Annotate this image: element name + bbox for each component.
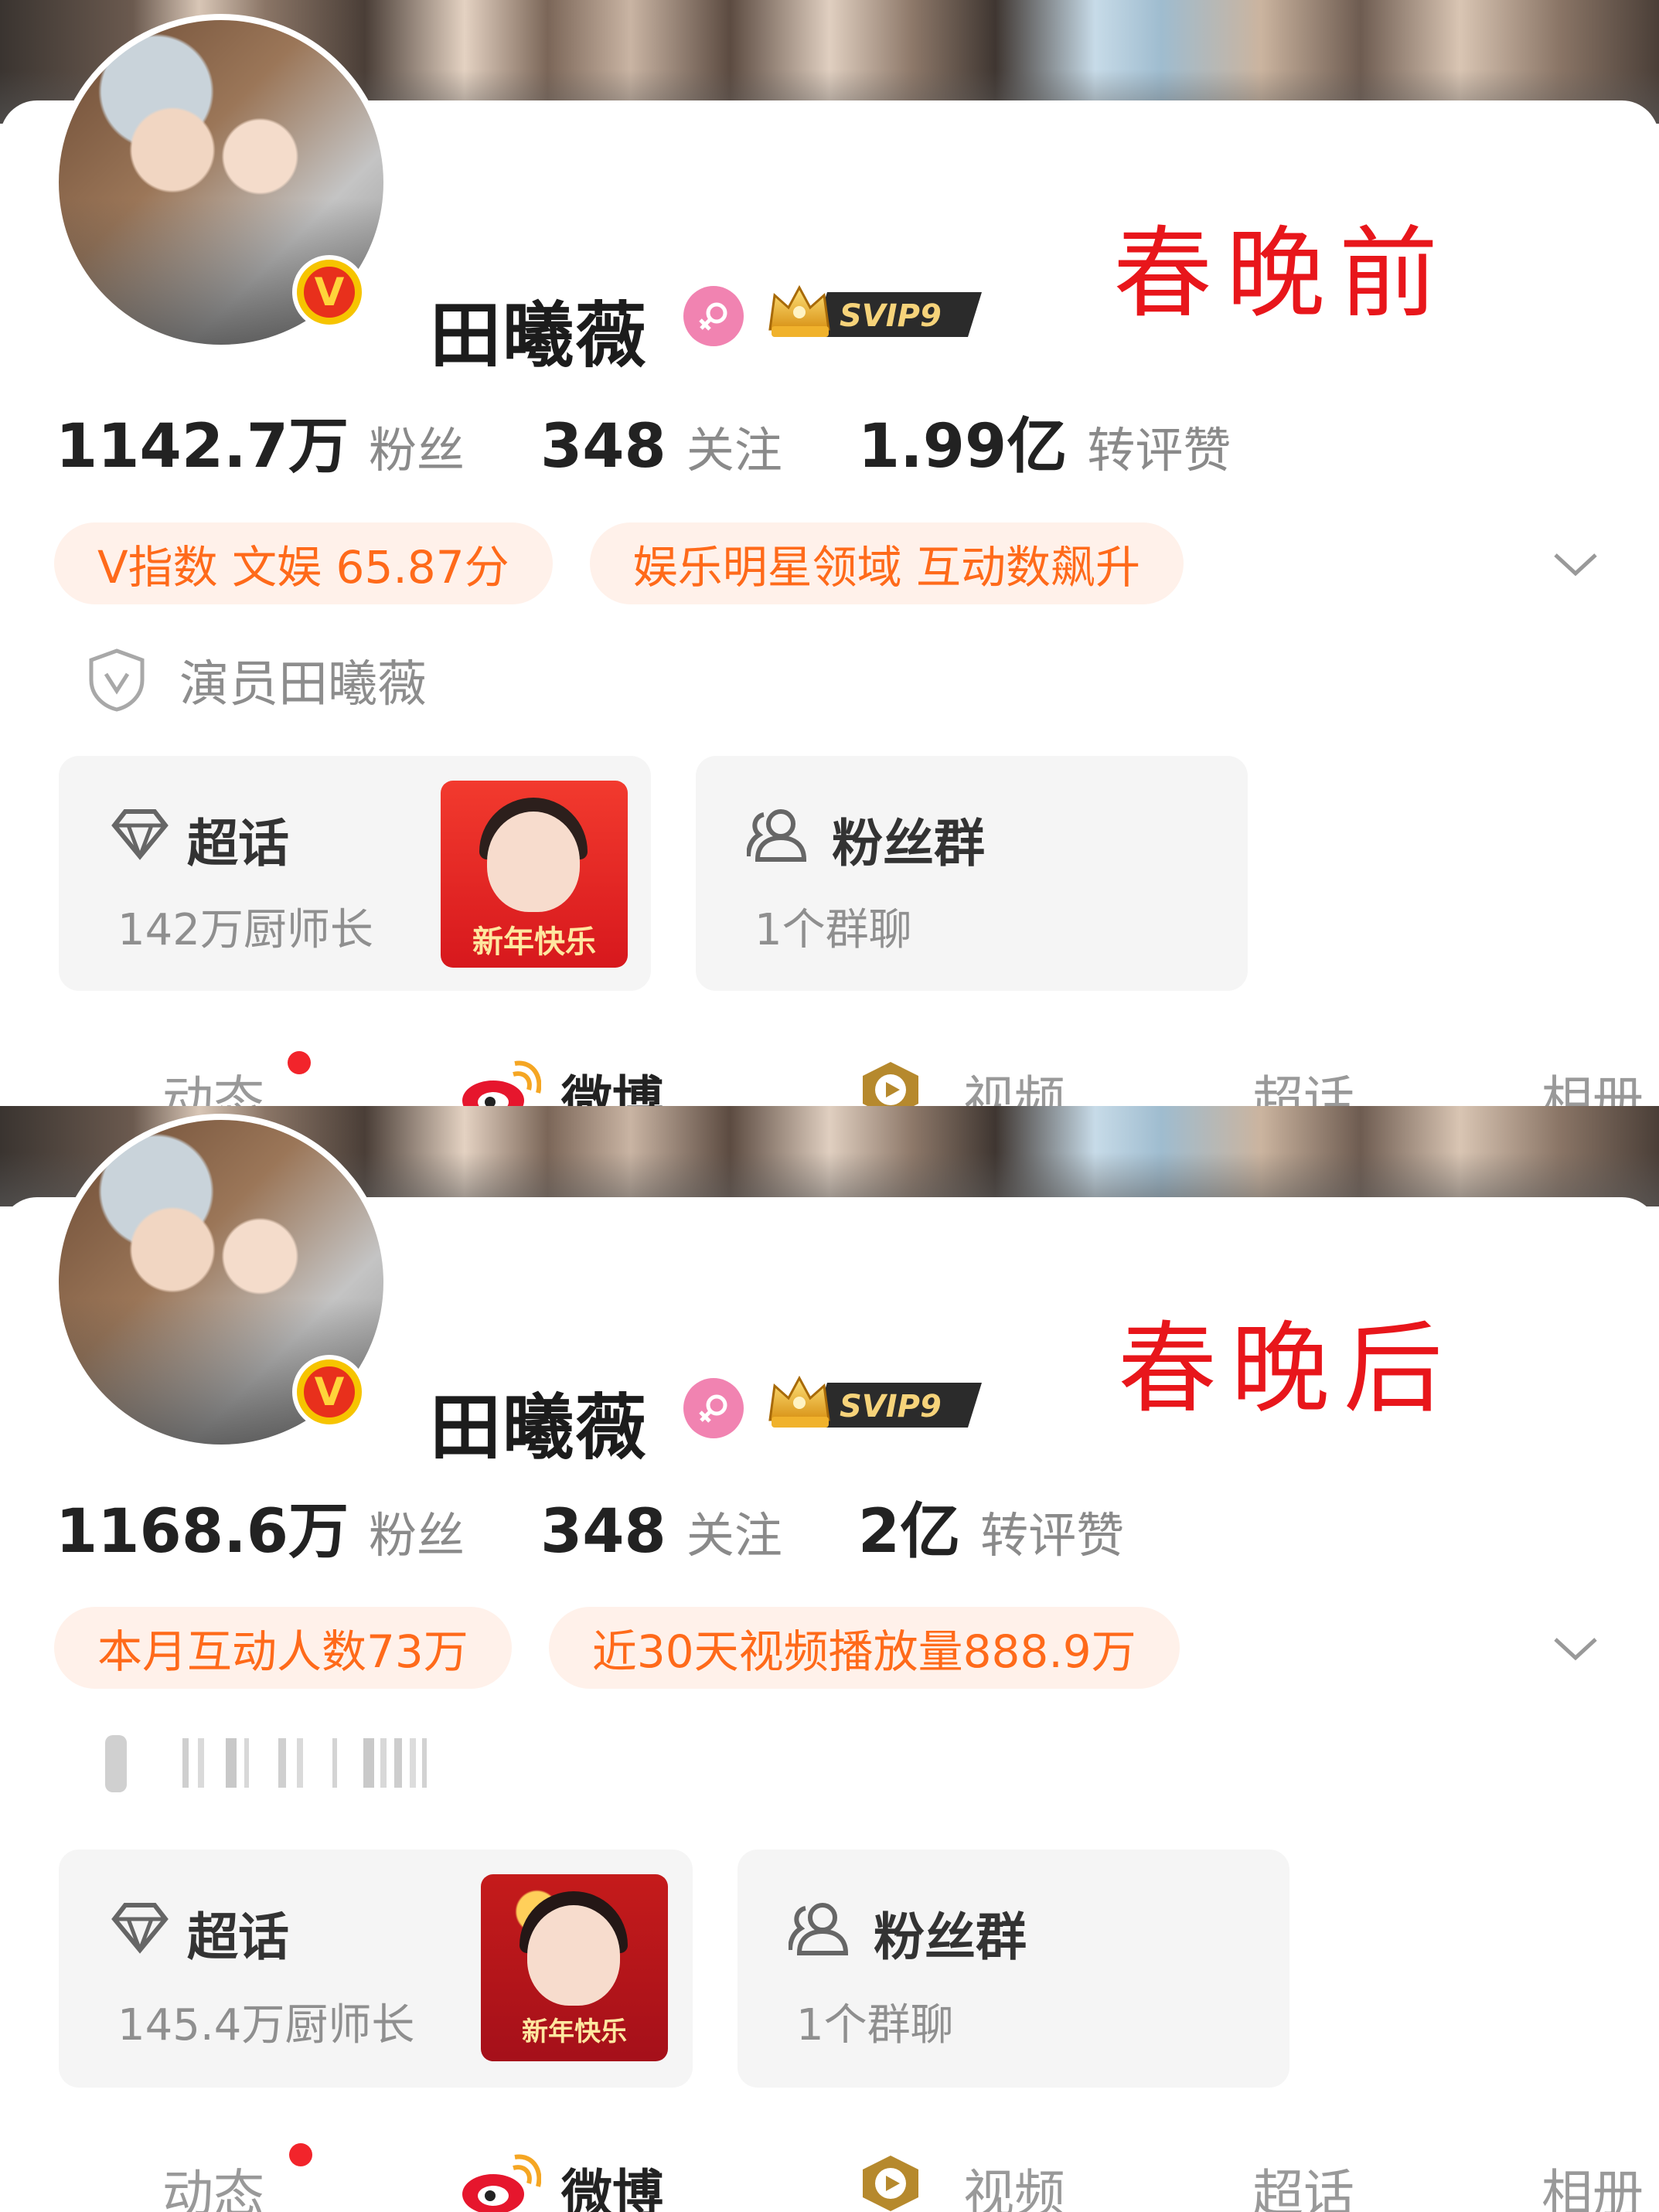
female-icon (683, 286, 744, 346)
annotation-before: 春晚前 (1113, 216, 1453, 332)
verified-badge-icon: V (292, 255, 366, 329)
supertopic-title: 超话 (187, 814, 289, 873)
svip-label: SVIP9 (840, 1389, 942, 1424)
video-icon (863, 1062, 918, 1106)
supertopic-subtitle: 145.4万厨师长 (118, 2000, 415, 2050)
tag-v-index[interactable]: V指数 文娱 65.87分 (54, 522, 553, 604)
supertopic-card[interactable]: 超话 145.4万厨师长 新年快乐 (59, 1850, 693, 2088)
diamond-icon (111, 1903, 169, 1954)
profile-tabs: 动态 微博 视频 超话 相册 (0, 1051, 1659, 1106)
shield-icon (89, 648, 145, 712)
svip-label: SVIP9 (840, 298, 942, 334)
diamond-icon (111, 809, 169, 860)
svip-crown-icon[interactable]: SVIP9 (765, 283, 991, 345)
tab-album[interactable]: 相册 (1541, 1059, 1644, 1106)
profile-name: 田曦薇 (430, 1387, 649, 1469)
chevron-down-icon[interactable] (1551, 1624, 1600, 1673)
stat-following[interactable]: 348 关注 (540, 411, 782, 482)
thumb-caption: 新年快乐 (522, 2016, 627, 2047)
tab-weibo[interactable]: 微博 (561, 2152, 663, 2212)
group-icon (789, 1903, 849, 1955)
stats-row: 1168.6万 粉丝 348 关注 2亿 转评赞 (56, 1483, 1200, 1567)
stats-row: 1142.7万 粉丝 348 关注 1.99亿 转评赞 (56, 398, 1306, 482)
tab-activity[interactable]: 动态 (162, 1059, 264, 1106)
certification-row: 演员田曦薇 (87, 645, 427, 716)
tab-video[interactable]: 视频 (963, 2152, 1065, 2212)
svip-crown-icon[interactable]: SVIP9 (765, 1373, 991, 1435)
redacted-certification (100, 1730, 456, 1795)
notification-dot (288, 1051, 311, 1074)
fan-group-subtitle: 1个群聊 (796, 2000, 954, 2050)
verified-badge-icon: V (292, 1355, 366, 1429)
tab-supertopic[interactable]: 超话 (1252, 2152, 1354, 2212)
stat-followers[interactable]: 1142.7万 粉丝 (56, 398, 465, 485)
weibo-logo-icon (462, 2154, 541, 2212)
group-icon (747, 809, 807, 862)
supertopic-thumbnail[interactable]: 新年快乐 (441, 781, 628, 968)
profile-after-panel: 田曦薇 SVIP9 春晚后 1168.6万 粉丝 348 关注 2亿 转评赞 本月互动… (0, 1106, 1659, 2212)
certification-text: 演员田曦薇 (179, 656, 427, 713)
tag-video-plays[interactable]: 近30天视频播放量888.9万 (548, 1607, 1180, 1689)
fan-group-subtitle: 1个群聊 (755, 905, 912, 955)
supertopic-subtitle: 142万厨师长 (118, 905, 373, 955)
tab-weibo[interactable]: 微博 (561, 1059, 663, 1106)
stat-following[interactable]: 348 关注 (540, 1496, 782, 1567)
tab-video[interactable]: 视频 (963, 1059, 1065, 1106)
profile-name: 田曦薇 (430, 294, 649, 377)
female-icon (683, 1378, 744, 1438)
fan-group-title: 粉丝群 (874, 1907, 1027, 1967)
tab-supertopic[interactable]: 超话 (1252, 1059, 1354, 1106)
supertopic-title: 超话 (187, 1907, 289, 1967)
supertopic-thumbnail[interactable]: 新年快乐 (481, 1874, 668, 2061)
tag-monthly-interactions[interactable]: 本月互动人数73万 (54, 1607, 512, 1689)
stat-interactions[interactable]: 1.99亿 转评赞 (858, 398, 1231, 485)
thumb-caption: 新年快乐 (472, 924, 596, 960)
video-icon (863, 2156, 918, 2211)
stat-followers[interactable]: 1168.6万 粉丝 (56, 1483, 465, 1570)
tag-row: 本月互动人数73万 近30天视频播放量888.9万 (54, 1607, 1217, 1689)
tag-row: V指数 文娱 65.87分 娱乐明星领域 互动数飙升 (54, 522, 1221, 604)
chevron-down-icon[interactable] (1551, 539, 1600, 589)
annotation-after: 春晚后 (1118, 1312, 1457, 1427)
tab-album[interactable]: 相册 (1541, 2152, 1644, 2212)
weibo-logo-icon (462, 1060, 541, 1106)
notification-dot (289, 2143, 312, 2166)
tab-activity[interactable]: 动态 (162, 2152, 264, 2212)
fan-group-title: 粉丝群 (832, 814, 985, 873)
profile-tabs: 动态 微博 视频 超话 相册 (0, 2143, 1659, 2212)
fan-group-card[interactable]: 粉丝群 1个群聊 (696, 756, 1248, 991)
tag-field[interactable]: 娱乐明星领域 互动数飙升 (589, 522, 1184, 604)
profile-before-panel: 田曦薇 SVIP9 春晚前 1142.7万 粉丝 348 关注 1.99亿 转评赞 V… (0, 0, 1659, 1106)
fan-group-card[interactable]: 粉丝群 1个群聊 (738, 1850, 1289, 2088)
stat-interactions[interactable]: 2亿 转评赞 (858, 1483, 1124, 1570)
supertopic-card[interactable]: 超话 142万厨师长 新年快乐 (59, 756, 651, 991)
